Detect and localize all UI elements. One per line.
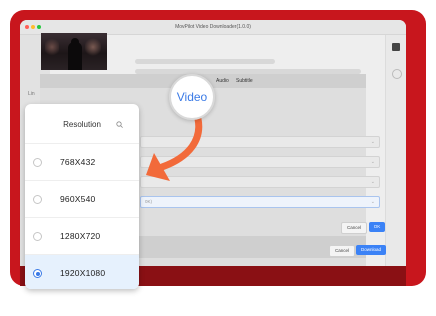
resolution-panel: Resolution 768X432 960X540 1280X720 1920… (25, 104, 139, 289)
resolution-option-label: 960X540 (60, 194, 96, 204)
chevron-down-icon: ⌄ (370, 179, 375, 185)
resolution-option-label: 1280X720 (60, 231, 101, 241)
tab-audio[interactable]: Audio (216, 78, 229, 84)
chevron-down-icon: ⌄ (370, 139, 375, 145)
video-thumbnail (41, 33, 107, 70)
ok-button[interactable]: OK (369, 222, 385, 232)
download-button[interactable]: Download (356, 245, 386, 255)
grid-icon[interactable] (392, 43, 400, 51)
sidebar-label: Lin (28, 91, 35, 97)
resolution-option-label: 1920X1080 (60, 268, 106, 278)
resolution-option[interactable]: 1280X720 (25, 217, 139, 254)
resolution-option-selected[interactable]: 1920X1080 (25, 254, 139, 289)
dropdown-value: 0K) (145, 199, 153, 204)
title-placeholder (135, 59, 275, 64)
resolution-header: Resolution (25, 104, 139, 143)
radio-button[interactable] (33, 195, 42, 204)
radio-button[interactable] (33, 158, 42, 167)
radio-button[interactable] (33, 232, 42, 241)
footer-cancel-button[interactable]: Cancel (329, 245, 355, 257)
resolution-option[interactable]: 960X540 (25, 180, 139, 217)
dropdown-4[interactable]: 0K) ⌄ (140, 196, 380, 208)
resolution-option-label: 768X432 (60, 157, 96, 167)
video-callout: Video (169, 74, 215, 120)
radio-button-selected[interactable] (33, 269, 42, 278)
search-icon[interactable] (116, 121, 123, 128)
tab-subtitle[interactable]: Subtitle (236, 78, 253, 84)
chevron-down-icon: ⌄ (370, 159, 375, 165)
chevron-down-icon: ⌄ (370, 199, 375, 205)
cancel-button[interactable]: Cancel (341, 222, 367, 234)
video-callout-label: Video (176, 90, 208, 104)
settings-icon[interactable] (392, 69, 402, 79)
right-sidebar (385, 35, 406, 286)
arrow-icon (146, 115, 203, 181)
window-title: MovPilot Video Downloader(1.0.0) (175, 24, 251, 30)
resolution-option[interactable]: 768X432 (25, 143, 139, 180)
